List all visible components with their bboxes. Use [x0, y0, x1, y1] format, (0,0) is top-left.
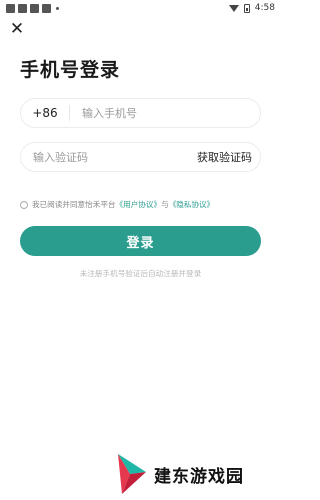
agreement-checkbox[interactable]: [20, 200, 28, 209]
phone-field: +86: [20, 98, 261, 128]
login-page: 4:58 ✕ 手机号登录 +86 获取验证码 我已阅读并同意怡禾平台 《用户协议…: [0, 0, 281, 500]
verification-code-input[interactable]: [21, 150, 197, 164]
phone-input[interactable]: [70, 106, 260, 120]
wifi-icon: [228, 4, 239, 12]
watermark-logo-icon: [118, 454, 146, 494]
page-title: 手机号登录: [20, 59, 121, 81]
notification-icons: [6, 3, 59, 13]
more-notifications-icon: [56, 6, 59, 10]
notification-icon: [18, 3, 27, 13]
status-time: 4:58: [254, 3, 275, 13]
get-code-button[interactable]: 获取验证码: [197, 149, 260, 165]
watermark-text: 建东游戏园: [154, 466, 244, 487]
notification-icon: [6, 3, 15, 13]
login-button[interactable]: 登录: [20, 226, 261, 256]
register-hint: 未注册手机号验证后自动注册并登录: [79, 269, 202, 278]
country-code[interactable]: +86: [21, 105, 70, 121]
code-field: 获取验证码: [20, 142, 261, 172]
notification-icon: [30, 3, 39, 13]
notification-icon: [42, 3, 51, 13]
agreement-text: 我已阅读并同意怡禾平台: [32, 200, 116, 209]
privacy-policy-link[interactable]: 《隐私协议》: [169, 199, 215, 210]
status-bar: 4:58: [0, 0, 281, 16]
user-agreement-link[interactable]: 《用户协议》: [116, 199, 162, 210]
agreement-row: 我已阅读并同意怡禾平台 《用户协议》 与 《隐私协议》: [20, 199, 214, 210]
battery-icon: [243, 3, 250, 13]
watermark: 建东游戏园: [116, 452, 244, 496]
close-icon[interactable]: ✕: [8, 20, 26, 38]
agreement-and: 与: [161, 200, 169, 209]
